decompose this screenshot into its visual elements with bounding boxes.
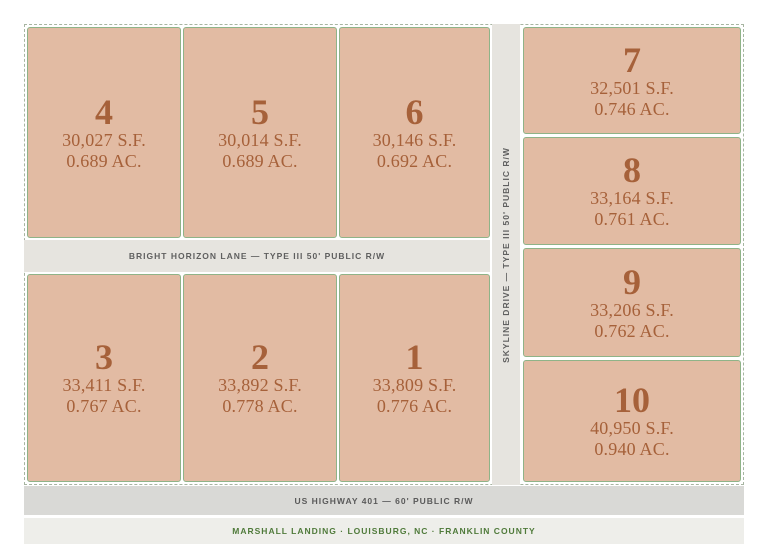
lot-number: 10: [614, 380, 650, 420]
map-caption: MARSHALL LANDING · LOUISBURG, NC · FRANK…: [24, 518, 744, 544]
lot-8[interactable]: 8 33,164 S.F. 0.761 AC.: [523, 137, 741, 245]
lot-acres: 0.689 AC.: [222, 150, 298, 171]
lot-number: 9: [623, 261, 641, 302]
lot-square-feet: 33,809 S.F.: [372, 375, 457, 395]
lot-acres: 0.940 AC.: [594, 439, 670, 459]
lot-square-feet: 32,501 S.F.: [590, 77, 674, 98]
lot-square-feet: 33,206 S.F.: [590, 299, 674, 320]
lot-2[interactable]: 2 33,892 S.F. 0.778 AC.: [183, 274, 337, 482]
lot-number: 8: [623, 150, 641, 190]
lot-acres: 0.762 AC.: [594, 320, 670, 341]
lot-4[interactable]: 4 30,027 S.F. 0.689 AC.: [27, 27, 181, 238]
lot-number: 6: [405, 91, 424, 132]
lot-acres: 0.778 AC.: [222, 396, 298, 416]
lot-number: 1: [405, 337, 424, 377]
caption-text: MARSHALL LANDING · LOUISBURG, NC · FRANK…: [232, 526, 536, 536]
road-label: SKYLINE DRIVE — TYPE III 50' PUBLIC R/W: [501, 146, 511, 363]
lot-number: 7: [623, 39, 641, 80]
us-highway-401: US HIGHWAY 401 — 60' PUBLIC R/W: [24, 486, 744, 515]
lot-10[interactable]: 10 40,950 S.F. 0.940 AC.: [523, 360, 741, 482]
lot-acres: 0.746 AC.: [594, 98, 670, 119]
road-label: US HIGHWAY 401 — 60' PUBLIC R/W: [294, 495, 474, 506]
road-label: BRIGHT HORIZON LANE — TYPE III 50' PUBLI…: [128, 251, 386, 261]
lot-1[interactable]: 1 33,809 S.F. 0.776 AC.: [339, 274, 490, 482]
bright-horizon-lane: BRIGHT HORIZON LANE — TYPE III 50' PUBLI…: [24, 240, 490, 272]
lot-acres: 0.692 AC.: [376, 150, 453, 171]
lot-6[interactable]: 6 30,146 S.F. 0.692 AC.: [339, 27, 490, 238]
lot-number: 2: [251, 337, 269, 377]
lot-9[interactable]: 9 33,206 S.F. 0.762 AC.: [523, 248, 741, 357]
lot-acres: 0.776 AC.: [376, 396, 453, 416]
lot-acres: 0.761 AC.: [594, 209, 670, 229]
lot-square-feet: 33,892 S.F.: [218, 375, 302, 395]
lot-number: 3: [95, 337, 113, 377]
lot-3[interactable]: 3 33,411 S.F. 0.767 AC.: [27, 274, 181, 482]
lot-number: 4: [95, 91, 113, 132]
lot-square-feet: 30,014 S.F.: [218, 129, 302, 150]
lot-number: 5: [251, 91, 269, 132]
lot-7[interactable]: 7 32,501 S.F. 0.746 AC.: [523, 27, 741, 134]
lot-square-feet: 30,027 S.F.: [62, 129, 146, 150]
lot-square-feet: 40,950 S.F.: [590, 418, 674, 438]
lot-5[interactable]: 5 30,014 S.F. 0.689 AC.: [183, 27, 337, 238]
lot-acres: 0.767 AC.: [66, 396, 142, 416]
lot-square-feet: 33,164 S.F.: [590, 188, 674, 208]
lot-square-feet: 30,146 S.F.: [372, 129, 457, 150]
lot-acres: 0.689 AC.: [66, 150, 142, 171]
lot-square-feet: 33,411 S.F.: [62, 375, 146, 395]
skyline-drive: SKYLINE DRIVE — TYPE III 50' PUBLIC R/W: [492, 24, 520, 485]
